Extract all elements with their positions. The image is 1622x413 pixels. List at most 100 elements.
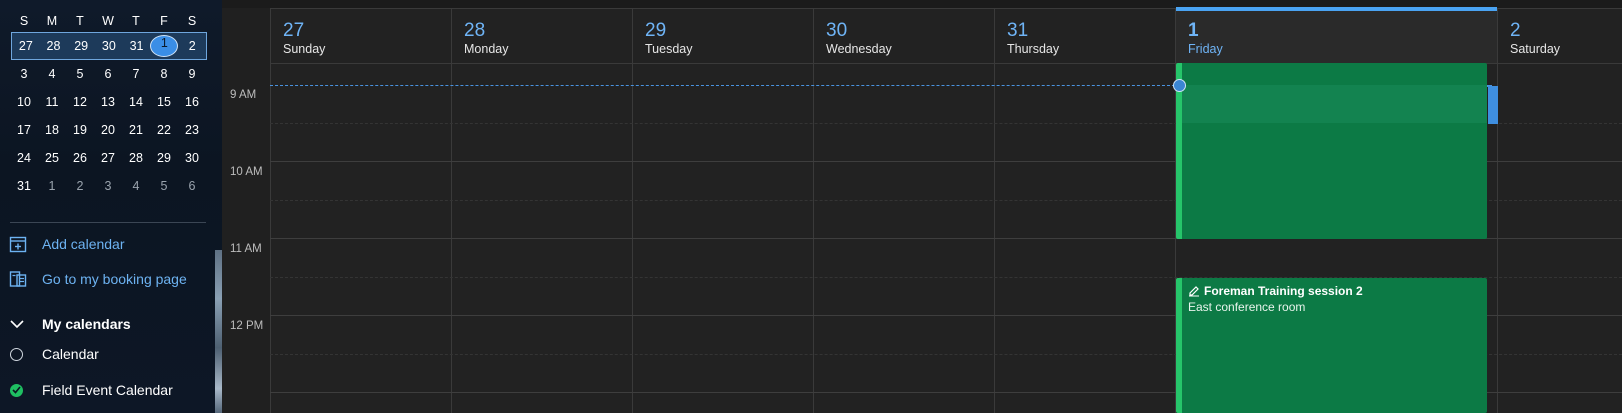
event-highlight [1182, 85, 1487, 123]
week-header: 27 Sunday 28 Monday 29 Tuesday 30 Wednes… [270, 7, 1622, 64]
mini-day-next-month[interactable]: 3 [94, 179, 122, 193]
mini-calendar-week: 10 11 12 13 14 15 16 [10, 88, 206, 116]
mini-day[interactable]: 31 [123, 39, 151, 53]
day-header-tuesday[interactable]: 29 Tuesday [632, 9, 813, 63]
mini-day-today[interactable]: 1 [150, 35, 179, 57]
day-header-monday[interactable]: 28 Monday [451, 9, 632, 63]
mini-calendar-weekdays: S M T W T F S [10, 10, 206, 32]
mini-day[interactable]: 15 [150, 95, 178, 109]
day-name: Sunday [283, 42, 326, 56]
mini-day[interactable]: 26 [66, 151, 94, 165]
mini-day-next-month[interactable]: 6 [178, 179, 206, 193]
weekday-label: T [76, 14, 84, 28]
mini-day[interactable]: 12 [66, 95, 94, 109]
day-name: Wednesday [826, 42, 892, 56]
day-number: 2 [1510, 20, 1521, 41]
selected-time-slot[interactable] [1488, 86, 1498, 124]
day-number: 27 [283, 20, 305, 41]
day-name: Friday [1188, 42, 1223, 56]
day-header-saturday[interactable]: 2 Saturday [1497, 9, 1622, 63]
mini-day[interactable]: 9 [178, 67, 206, 81]
mini-calendar-week: 17 18 19 20 21 22 23 [10, 116, 206, 144]
booking-page-link[interactable]: Go to my booking page [8, 269, 187, 289]
calendar-item-calendar[interactable]: Calendar [10, 346, 99, 362]
mini-day[interactable]: 30 [95, 39, 123, 53]
mini-day[interactable]: 7 [122, 67, 150, 81]
time-label: 9 AM [230, 89, 257, 101]
calendar-item-label: Field Event Calendar [42, 382, 173, 398]
mini-day[interactable]: 29 [67, 39, 95, 53]
current-time-line [270, 85, 1180, 86]
day-header-sunday[interactable]: 27 Sunday [270, 9, 451, 63]
sidebar-scrollbar[interactable] [215, 250, 222, 413]
add-calendar-link[interactable]: Add calendar [8, 234, 125, 254]
day-header-thursday[interactable]: 31 Thursday [994, 9, 1175, 63]
time-column [222, 8, 271, 413]
calendar-event-foreman-training[interactable]: Foreman Training session 2 East conferen… [1176, 278, 1487, 413]
calendar-item-field-event[interactable]: Field Event Calendar [10, 382, 173, 398]
mini-day[interactable]: 10 [10, 95, 38, 109]
day-number: 30 [826, 20, 848, 41]
event-title-row: Foreman Training session 2 [1188, 284, 1487, 298]
mini-day[interactable]: 4 [38, 67, 66, 81]
mini-day-next-month[interactable]: 2 [66, 179, 94, 193]
mini-day[interactable]: 19 [66, 123, 94, 137]
time-label: 10 AM [230, 166, 263, 178]
mini-day[interactable]: 31 [10, 179, 38, 193]
mini-day[interactable]: 2 [178, 39, 206, 53]
grid-body[interactable]: Foreman Training session 2 East conferen… [270, 63, 1622, 413]
mini-day[interactable]: 27 [12, 39, 40, 53]
mini-day[interactable]: 23 [178, 123, 206, 137]
mini-day[interactable]: 6 [94, 67, 122, 81]
calendar-event[interactable] [1176, 63, 1487, 239]
mini-day-next-month[interactable]: 4 [122, 179, 150, 193]
mini-day-next-month[interactable]: 5 [150, 179, 178, 193]
mini-day[interactable]: 5 [66, 67, 94, 81]
mini-day[interactable]: 14 [122, 95, 150, 109]
mini-day[interactable]: 24 [10, 151, 38, 165]
time-label: 12 PM [230, 320, 264, 332]
mini-day[interactable]: 8 [150, 67, 178, 81]
mini-day[interactable]: 28 [122, 151, 150, 165]
mini-day[interactable]: 21 [122, 123, 150, 137]
my-calendars-toggle[interactable]: My calendars [10, 316, 131, 332]
mini-day[interactable]: 3 [10, 67, 38, 81]
mini-day[interactable]: 18 [38, 123, 66, 137]
mini-day-next-month[interactable]: 1 [38, 179, 66, 193]
mini-day[interactable]: 17 [10, 123, 38, 137]
weekday-label: S [187, 14, 197, 28]
sidebar-divider [10, 222, 206, 223]
mini-day[interactable]: 30 [178, 151, 206, 165]
day-header-wednesday[interactable]: 30 Wednesday [813, 9, 994, 63]
current-time-dot [1173, 79, 1186, 92]
day-number: 1 [1188, 20, 1199, 41]
day-header-friday-today[interactable]: 1 Friday [1175, 7, 1497, 63]
add-calendar-label: Add calendar [42, 236, 125, 252]
weekday-label: F [160, 14, 168, 28]
mini-day[interactable]: 28 [40, 39, 68, 53]
add-calendar-icon [8, 234, 28, 254]
mini-calendar-week: 3 4 5 6 7 8 9 [10, 60, 206, 88]
day-name: Thursday [1007, 42, 1060, 56]
mini-day[interactable]: 20 [94, 123, 122, 137]
sidebar: S M T W T F S 27 28 29 30 31 1 2 3 4 5 6… [0, 0, 222, 413]
mini-calendar-week: 31 1 2 3 4 5 6 [10, 172, 206, 200]
mini-day[interactable]: 13 [94, 95, 122, 109]
today-indicator-bar [1176, 7, 1497, 11]
day-name: Saturday [1510, 42, 1561, 56]
mini-day[interactable]: 11 [38, 95, 66, 109]
week-grid: 27 Sunday 28 Monday 29 Tuesday 30 Wednes… [222, 0, 1622, 413]
calendar-toggle-icon[interactable] [10, 347, 23, 361]
mini-day[interactable]: 22 [150, 123, 178, 137]
weekday-label: T [132, 14, 140, 28]
today-marker: 1 [150, 35, 179, 57]
mini-day[interactable]: 16 [178, 95, 206, 109]
day-number: 29 [645, 20, 667, 41]
mini-day[interactable]: 27 [94, 151, 122, 165]
mini-day[interactable]: 29 [150, 151, 178, 165]
checkmark-icon[interactable] [10, 383, 23, 397]
event-title: Foreman Training session 2 [1204, 284, 1363, 298]
weekday-label: M [46, 14, 58, 28]
mini-day[interactable]: 25 [38, 151, 66, 165]
day-number: 31 [1007, 20, 1029, 41]
